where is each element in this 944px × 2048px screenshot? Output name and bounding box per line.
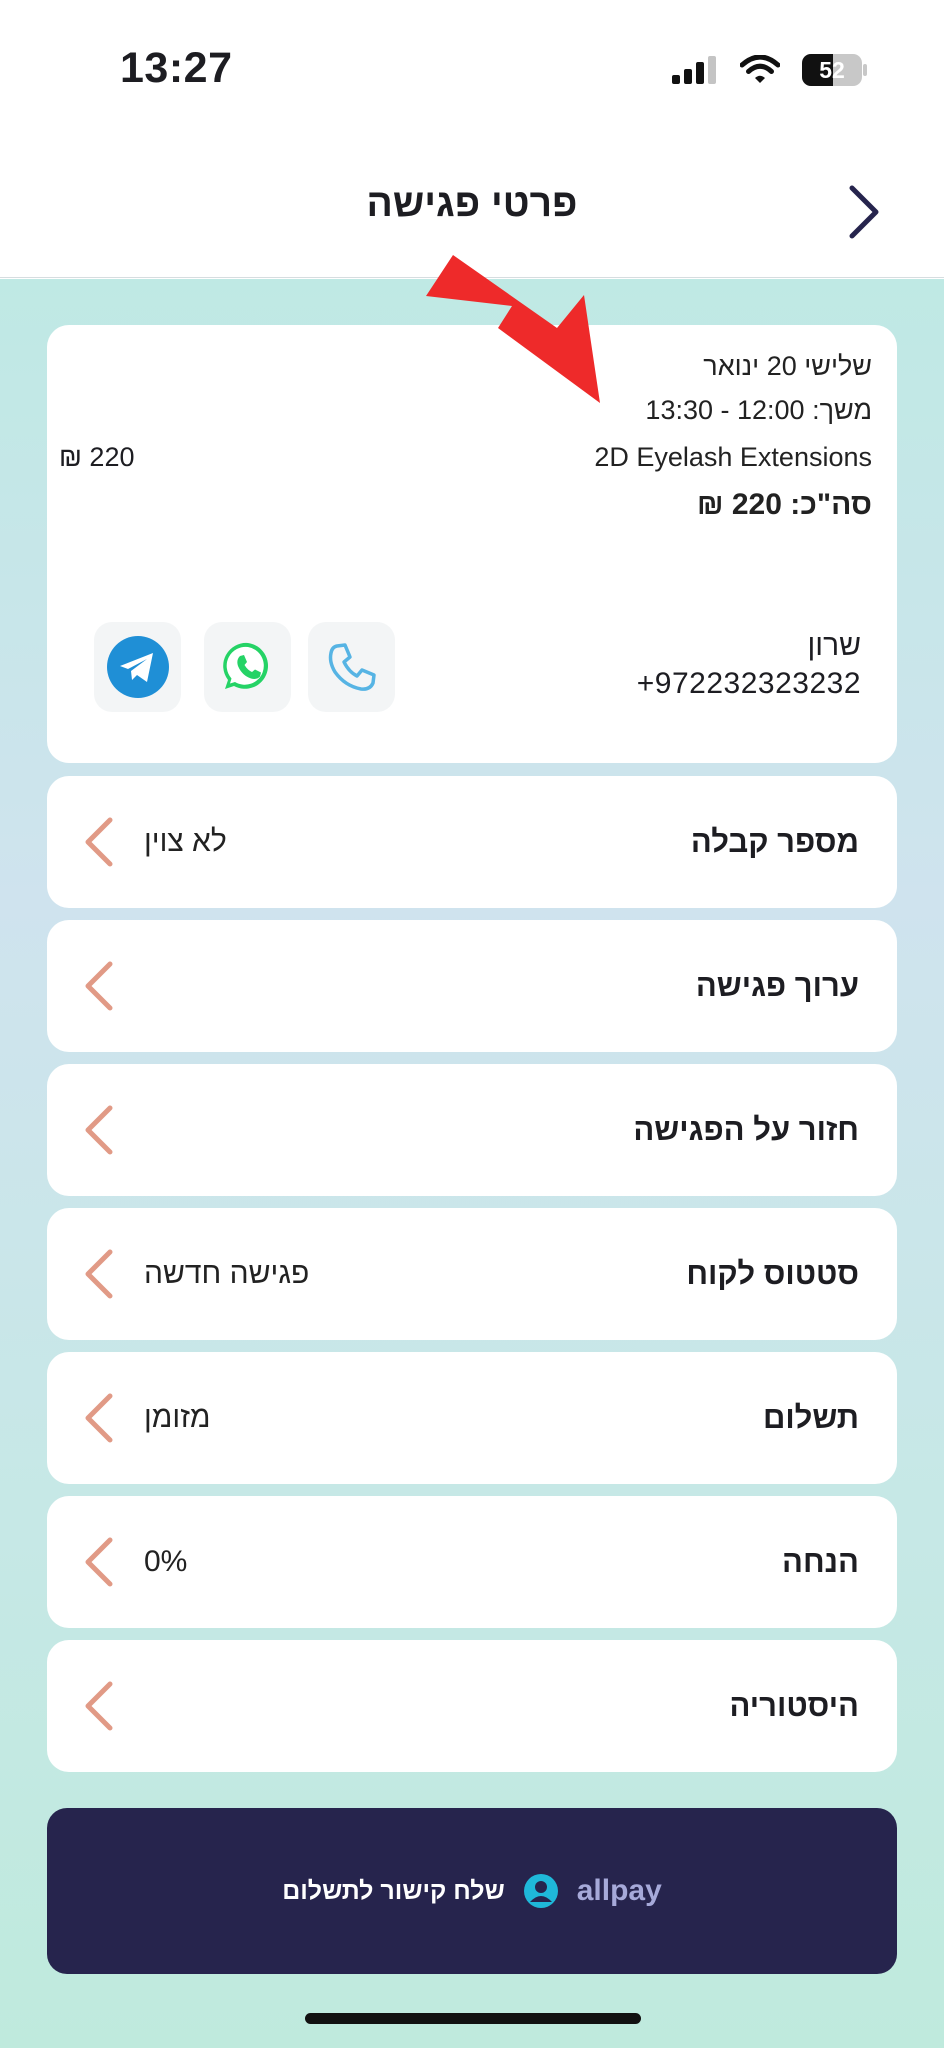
home-indicator [305,2013,641,2024]
status-icons: 52 [672,52,868,88]
battery-level: 52 [819,57,845,83]
row-receipt-number[interactable]: מספר קבלה לא צוין [47,776,897,908]
page-title: פרטי פגישה [366,182,578,225]
whatsapp-button[interactable] [204,622,291,712]
status-time: 13:27 [120,44,233,92]
content-area: שלישי 20 ינואר משך: 12:00 - 13:30 2D Eye… [0,279,944,2048]
status-bar: 13:27 52 [0,0,944,140]
chevron-left-icon [85,961,113,1011]
payment-button-label: שלח קישור לתשלום [282,1876,505,1905]
row-label: היסטוריה [729,1688,859,1723]
row-label: מספר קבלה [690,824,859,859]
chevron-left-icon [85,1249,113,1299]
appointment-total: סה"כ: 220 ₪ [697,488,872,521]
appointment-duration: משך: 12:00 - 13:30 [645,395,872,425]
battery-icon: 52 [802,54,868,86]
row-value: לא צוין [144,825,227,858]
back-chevron-icon[interactable] [844,182,884,242]
service-name: 2D Eyelash Extensions [594,442,872,472]
row-label: ערוך פגישה [695,968,859,1003]
telegram-button[interactable] [94,622,181,712]
signal-icon [672,56,716,84]
client-phone[interactable]: +972232323232 [637,667,861,701]
payment-button-content: שלח קישור לתשלום allpay [47,1808,897,1974]
allpay-brand: allpay [576,1874,662,1907]
row-label: סטטוס לקוח [686,1256,859,1291]
row-label: תשלום [763,1400,859,1435]
service-price: ₪ 220 [59,442,135,472]
send-payment-link-button[interactable]: שלח קישור לתשלום allpay [47,1808,897,1974]
row-edit-appointment[interactable]: ערוך פגישה [47,920,897,1052]
row-value: פגישה חדשה [144,1257,310,1290]
chevron-left-icon [85,1681,113,1731]
allpay-logo-icon [523,1874,558,1908]
client-name: שרון [807,629,861,662]
appointment-date: שלישי 20 ינואר [703,351,872,381]
row-repeat-appointment[interactable]: חזור על הפגישה [47,1064,897,1196]
row-label: חזור על הפגישה [633,1112,859,1147]
red-arrow-annotation-icon [426,255,600,403]
row-discount[interactable]: הנחה 0% [47,1496,897,1628]
wifi-icon [740,55,780,83]
row-client-status[interactable]: סטטוס לקוח פגישה חדשה [47,1208,897,1340]
row-value: מזומן [144,1401,211,1434]
chevron-left-icon [85,817,113,867]
chevron-left-icon [85,1393,113,1443]
telegram-icon [106,636,169,698]
phone-icon [328,643,376,691]
chevron-left-icon [85,1537,113,1587]
whatsapp-icon [222,642,268,689]
row-label: הנחה [782,1544,859,1579]
row-history[interactable]: היסטוריה [47,1640,897,1772]
call-button[interactable] [308,622,395,712]
row-payment[interactable]: תשלום מזומן [47,1352,897,1484]
chevron-left-icon [85,1105,113,1155]
row-value: 0% [144,1545,188,1578]
